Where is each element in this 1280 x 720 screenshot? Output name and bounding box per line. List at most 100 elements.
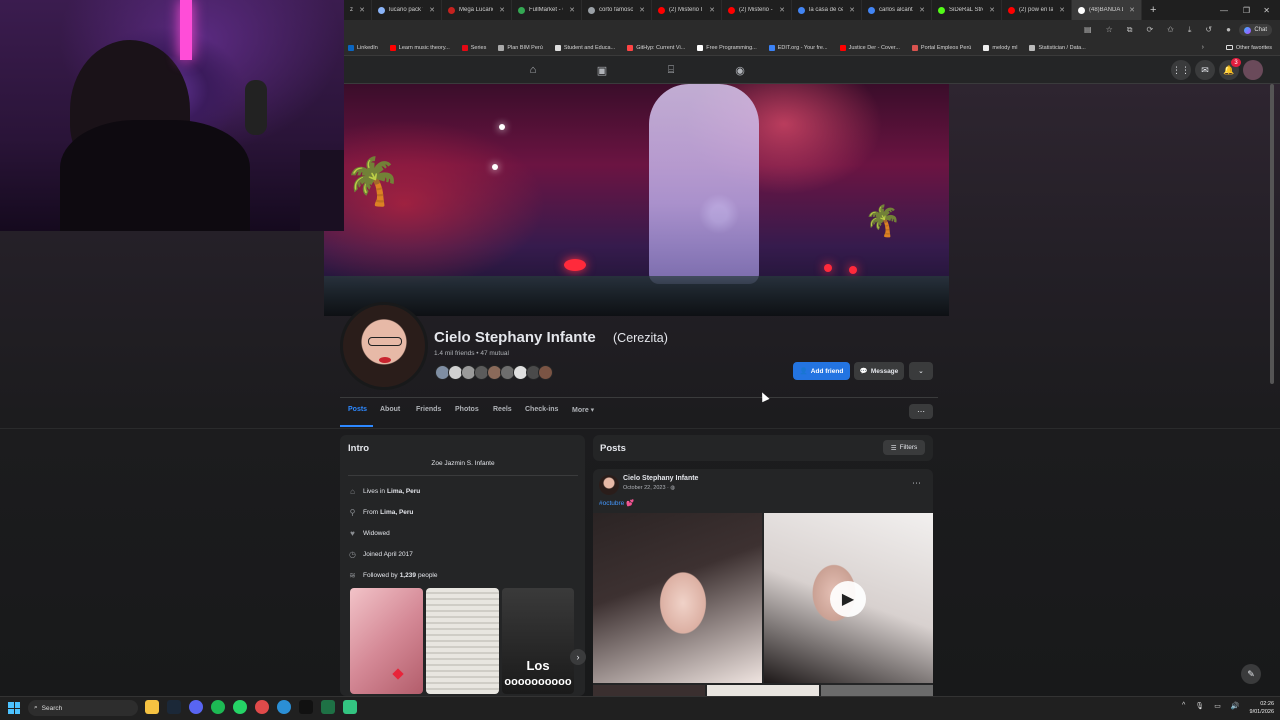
bookmark-link[interactable]: melody ml xyxy=(983,44,1017,51)
bookmark-link[interactable]: EDIT.org - Your fre... xyxy=(768,44,828,51)
tab-more[interactable]: More ▾ xyxy=(572,406,594,414)
post-photo[interactable] xyxy=(593,685,705,696)
close-tab-icon[interactable]: ✕ xyxy=(499,6,505,14)
chevron-right-icon[interactable]: › xyxy=(1202,44,1204,51)
browser-tab[interactable]: (48)BANDA DE S ✕ xyxy=(1072,0,1142,20)
network-icon[interactable]: ▭ xyxy=(1214,702,1221,710)
home-icon[interactable]: ⌂ xyxy=(526,63,540,77)
close-tab-icon[interactable]: ✕ xyxy=(989,6,995,14)
app-icon[interactable] xyxy=(343,700,357,714)
taskbar-search[interactable]: ⌕ Search xyxy=(28,700,138,716)
browser-tab[interactable]: (2) pow en la fre ✕ xyxy=(1002,0,1072,20)
minimize-icon[interactable]: — xyxy=(1220,6,1228,15)
add-friend-button[interactable]: 👤 Add friend xyxy=(793,362,850,380)
app-icon[interactable] xyxy=(255,700,269,714)
chevron-right-icon[interactable]: › xyxy=(570,649,586,665)
bookmark-link[interactable]: LinkedIn xyxy=(348,44,378,51)
play-icon[interactable]: ▶ xyxy=(830,581,866,617)
refresh-icon[interactable]: ⟳ xyxy=(1146,25,1153,35)
tab-posts[interactable]: Posts xyxy=(348,406,367,413)
featured-photo[interactable] xyxy=(426,588,499,694)
browser-tab[interactable]: FullMarket - Goo ✕ xyxy=(512,0,582,20)
close-tab-icon[interactable]: ✕ xyxy=(779,6,785,14)
profile-icon[interactable]: ● xyxy=(1226,25,1231,35)
new-tab-button[interactable]: + xyxy=(1150,4,1156,16)
bookmark-link[interactable]: GitHyp: Current Vi... xyxy=(627,44,685,51)
close-tab-icon[interactable]: ✕ xyxy=(919,6,925,14)
intro-row-highlight[interactable]: 1,239 xyxy=(400,572,416,579)
bookmark-link[interactable]: Plan BIM Perú xyxy=(498,44,543,51)
whatsapp-icon[interactable] xyxy=(233,700,247,714)
edge-browser-icon[interactable] xyxy=(277,700,291,714)
close-tab-icon[interactable]: ✕ xyxy=(429,6,435,14)
messenger-icon[interactable]: ✉ xyxy=(1195,60,1215,80)
filters-button[interactable]: ☰ Filters xyxy=(883,440,925,455)
close-window-icon[interactable]: ✕ xyxy=(1263,6,1270,15)
browser-tab[interactable]: Mega Lucario ex ✕ xyxy=(442,0,512,20)
other-favorites-link[interactable]: Other favorites xyxy=(1225,45,1272,51)
excel-icon[interactable] xyxy=(321,700,335,714)
browser-tab[interactable]: corto famoso de ✕ xyxy=(582,0,652,20)
microphone-icon[interactable]: 🎙 xyxy=(1195,702,1204,710)
post-date[interactable]: October 22, 2023 · ◍ xyxy=(623,485,675,491)
video-icon[interactable]: ▣ xyxy=(595,63,609,77)
tab-friends[interactable]: Friends xyxy=(416,406,441,413)
post-hashtag[interactable]: #octubre 💕 xyxy=(599,499,634,507)
browser-tab[interactable]: SiDeRaL Stream ✕ xyxy=(932,0,1002,20)
close-tab-icon[interactable]: ✕ xyxy=(1059,6,1065,14)
more-options-dropdown[interactable]: ⌄ xyxy=(909,362,933,380)
close-tab-icon[interactable]: ✕ xyxy=(639,6,645,14)
friend-stats[interactable]: 1.4 mil friends • 47 mutual xyxy=(434,350,509,357)
tab-check-ins[interactable]: Check-ins xyxy=(525,406,558,413)
cover-photo[interactable]: 🌴 🌴 xyxy=(324,84,949,316)
discord-icon[interactable] xyxy=(189,700,203,714)
menu-grid-icon[interactable]: ⋮⋮ xyxy=(1171,60,1191,80)
history-icon[interactable]: ↺ xyxy=(1205,25,1212,35)
post-photo[interactable] xyxy=(821,685,933,696)
close-tab-icon[interactable]: ✕ xyxy=(1129,6,1135,14)
tab-about[interactable]: About xyxy=(380,406,400,413)
post-photo[interactable] xyxy=(707,685,819,696)
marketplace-icon[interactable]: ⌸ xyxy=(664,63,678,77)
browser-tab[interactable]: (2) Misterio I Re ✕ xyxy=(652,0,722,20)
close-tab-icon[interactable]: ✕ xyxy=(359,6,365,14)
windows-start-icon[interactable] xyxy=(8,702,20,714)
page-scrollbar[interactable] xyxy=(1270,84,1274,384)
new-message-icon[interactable]: ✎ xyxy=(1241,664,1261,684)
bookmark-link[interactable]: Statistician / Data... xyxy=(1029,44,1086,51)
tiktok-icon[interactable] xyxy=(299,700,313,714)
restore-icon[interactable]: ❐ xyxy=(1243,6,1250,15)
chevron-up-icon[interactable]: ^ xyxy=(1182,702,1185,710)
download-icon[interactable]: ⤓ xyxy=(1188,25,1192,35)
profile-more-button[interactable]: ⋯ xyxy=(909,404,933,419)
copilot-chat-button[interactable]: Chat xyxy=(1239,24,1272,36)
featured-photo[interactable]: Los oooooooooo xyxy=(502,588,574,694)
post-options-icon[interactable]: ⋯ xyxy=(912,478,921,489)
tab-reels[interactable]: Reels xyxy=(493,406,512,413)
spotify-icon[interactable] xyxy=(211,700,225,714)
browser-tab[interactable]: lucario pack tcg ✕ xyxy=(372,0,442,20)
close-tab-icon[interactable]: ✕ xyxy=(709,6,715,14)
mutual-friend-avatar[interactable] xyxy=(538,365,553,380)
profile-picture[interactable] xyxy=(340,302,428,390)
browser-tab[interactable]: carlos alcantara - ✕ xyxy=(862,0,932,20)
sidebar-icon[interactable]: ▤ xyxy=(1084,25,1092,35)
bookmark-link[interactable]: Learn music theory... xyxy=(389,44,450,51)
browser-tab[interactable]: zard ✕ xyxy=(344,0,372,20)
intro-row-highlight[interactable]: Lima, Peru xyxy=(380,509,413,516)
post-author-name[interactable]: Cielo Stephany Infante xyxy=(623,475,698,482)
account-avatar[interactable] xyxy=(1243,60,1263,80)
close-tab-icon[interactable]: ✕ xyxy=(849,6,855,14)
tab-photos[interactable]: Photos xyxy=(455,406,479,413)
star-icon[interactable]: ☆ xyxy=(1106,25,1113,35)
close-tab-icon[interactable]: ✕ xyxy=(569,6,575,14)
bookmark-link[interactable]: Free Programming... xyxy=(697,44,757,51)
groups-icon[interactable]: ◉ xyxy=(733,63,747,77)
post-photo[interactable] xyxy=(593,513,762,683)
intro-row-highlight[interactable]: Lima, Peru xyxy=(387,488,420,495)
bookmark-link[interactable]: Series xyxy=(461,44,486,51)
browser-tab[interactable]: (2) Misterio - Cap ✕ xyxy=(722,0,792,20)
steam-icon[interactable] xyxy=(167,700,181,714)
bookmark-link[interactable]: Portal Empleos Perú xyxy=(911,44,971,51)
post-author-avatar[interactable] xyxy=(599,475,619,495)
